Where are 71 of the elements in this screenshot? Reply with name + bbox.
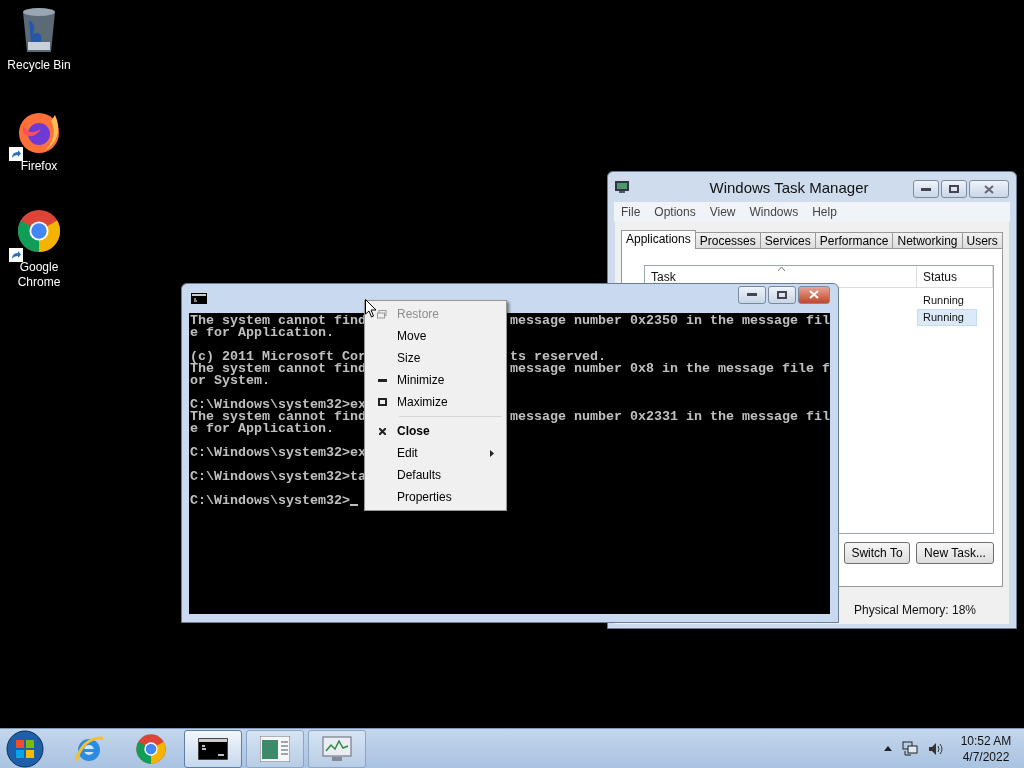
close-icon [984,184,994,194]
desktop-icon-label[interactable]: Google Chrome [1,260,77,290]
menu-item[interactable]: Minimize [367,369,504,391]
console-text: C:\Windows\system32>ta [190,471,366,483]
minimize-icon [921,187,931,191]
menu-item[interactable]: Windows [749,205,799,219]
close-icon [378,427,386,435]
tab[interactable]: Processes [694,232,761,249]
maximize-button[interactable] [768,285,796,304]
switch-to-button[interactable]: Switch To [844,542,910,564]
console-text: ts reserved. [510,351,606,363]
show-hidden-icons-icon[interactable] [884,746,892,751]
console-icon [198,737,228,760]
chrome-icon [16,208,62,254]
desktop-icon-label[interactable]: Firefox [20,159,58,174]
minimize-button[interactable] [738,285,766,304]
console-text: e for Application. [190,327,334,339]
close-button[interactable] [969,180,1009,198]
menu-item[interactable]: View [709,205,736,219]
column-header[interactable]: Status [917,266,993,287]
tab[interactable]: Services [759,232,816,249]
new-task-button[interactable]: New Task... [916,542,994,564]
maximize-button[interactable] [941,180,967,198]
sort-caret-icon [778,267,785,271]
window-title: Windows Task Manager [709,178,869,196]
monitor-icon [322,735,352,762]
menu-item[interactable]: Move [367,325,504,347]
menu-item[interactable]: File [621,205,641,219]
menu-item[interactable]: Size [367,347,504,369]
tab[interactable]: Performance [814,232,894,249]
menu-item[interactable]: Help [812,205,837,219]
menu-item[interactable]: Defaults [367,464,504,486]
submenu-arrow-icon [490,450,494,457]
console-text: or System. [190,375,270,387]
window-icon [260,735,290,762]
console-text: e for Application. [190,423,334,435]
menu-item[interactable]: Edit [367,442,504,464]
menu-item[interactable]: Maximize [367,391,504,413]
start-orb-icon[interactable] [6,729,44,768]
restore-icon [377,309,387,319]
menu-item[interactable]: Options [654,205,696,219]
console-text: C:\Windows\system32>ex [190,399,366,411]
console-icon [191,293,207,304]
console-text: C:\Windows\system32> [190,495,358,507]
clock[interactable]: 10:52 AM 4/7/2022 [954,732,1018,765]
tab[interactable]: Networking [892,232,963,249]
minimize-button[interactable] [913,180,939,198]
close-button[interactable] [798,285,830,304]
status-text: Physical Memory: 18% [854,603,977,617]
console-text: C:\Windows\system32>ex [190,447,366,459]
minimize-icon [377,378,387,382]
chrome-icon [135,732,167,765]
taskbar-button[interactable] [184,729,242,768]
status-cell[interactable]: Running [917,309,977,326]
tab[interactable]: Applications [621,230,696,249]
maximize-icon [777,290,787,299]
console-text: message number 0x8 in the message file f [510,363,830,375]
status-cell[interactable]: Running [917,292,977,309]
maximize-icon [377,398,387,406]
minimize-icon [747,293,757,296]
speaker-icon[interactable] [928,741,944,756]
menu-item[interactable]: Properties [367,486,504,508]
desktop-icon-label[interactable]: Recycle Bin [7,58,71,73]
console-text: message number 0x2350 in the message fil [510,315,830,327]
app-icon [615,181,629,193]
maximize-icon [949,185,959,193]
tab[interactable]: Users [961,232,1003,249]
network-icon[interactable] [902,741,918,756]
console-text: (c) 2011 Microsoft Cor [190,351,366,363]
console-text: message number 0x2331 in the message fil [510,411,830,423]
close-icon [809,290,819,299]
